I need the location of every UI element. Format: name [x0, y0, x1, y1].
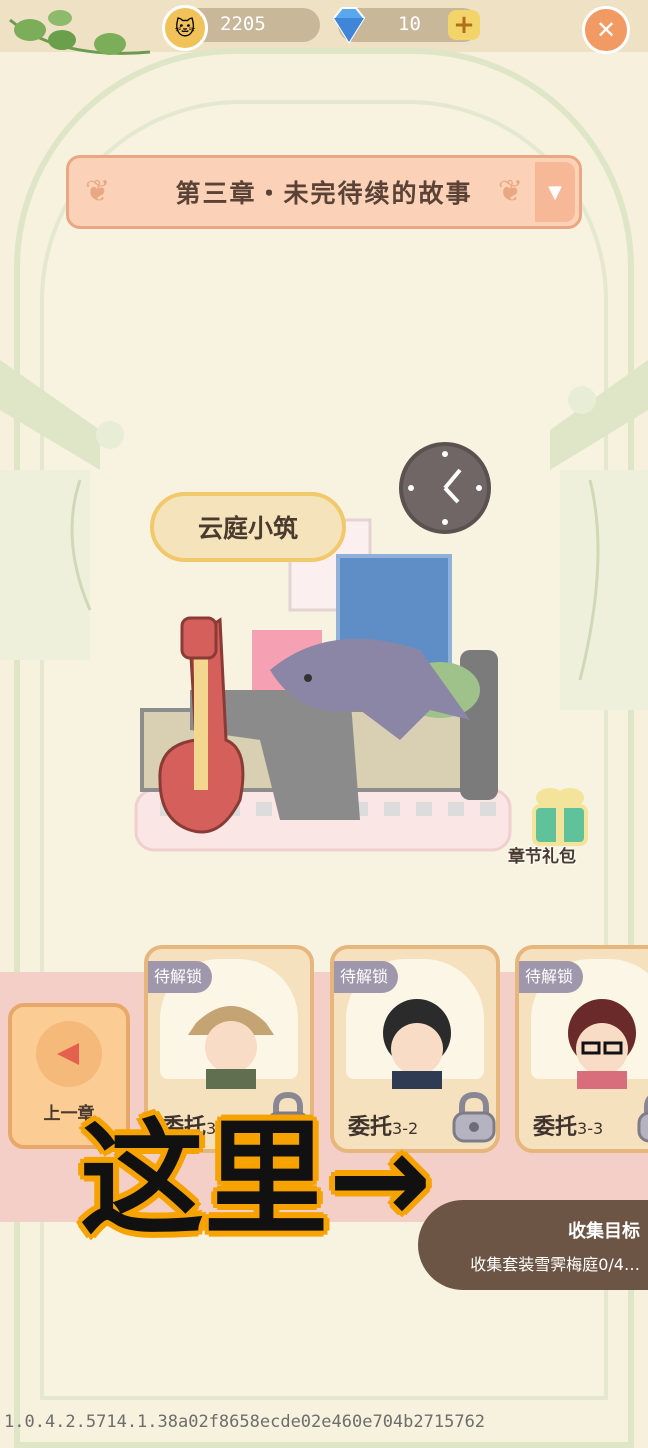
collection-goal-panel[interactable]: 收集目标 收集套装雪霁梅庭0/4…	[418, 1200, 648, 1290]
locked-status-badge: 待解锁	[334, 961, 399, 993]
character-portrait	[188, 1006, 274, 1089]
chapter-title: 第三章・未完待续的故事	[175, 179, 473, 208]
lock-icon	[637, 1096, 648, 1143]
coin-icon: 🐱	[162, 5, 208, 51]
coin-amount: 2205	[220, 13, 266, 35]
left-roof-decoration	[0, 360, 124, 660]
leaf-icon: ❦	[497, 174, 523, 209]
chapter-dropdown-icon[interactable]: ▼	[535, 162, 575, 222]
back-arrow-icon	[36, 1021, 102, 1087]
gem-amount: 10	[398, 13, 421, 35]
goal-description: 收集套装雪霁梅庭0/4…	[470, 1255, 640, 1274]
annotation-overlay: 这里→	[80, 1108, 432, 1252]
room-name-label: 云庭小筑	[150, 492, 346, 562]
locked-status-badge: 待解锁	[519, 961, 584, 993]
locked-status-badge: 待解锁	[148, 961, 213, 993]
goal-title: 收集目标	[568, 1221, 640, 1242]
chapter-banner[interactable]: ❦ 第三章・未完待续的故事 ❦ ▼	[66, 155, 582, 229]
vine-decoration	[9, 10, 151, 55]
version-string: 1.0.4.2.5714.1.38a02f8658ecde02e460e704b…	[4, 1412, 486, 1432]
commission-title: 委托3-3	[533, 1115, 604, 1140]
leaf-icon: ❦	[85, 174, 111, 209]
gem-icon	[332, 7, 366, 44]
lock-icon	[452, 1091, 496, 1143]
commission-card[interactable]: 待解锁 委托3-3	[515, 945, 648, 1153]
add-gems-button[interactable]: +	[448, 10, 480, 40]
room-name: 云庭小筑	[197, 514, 298, 543]
character-portrait	[383, 999, 451, 1089]
close-button[interactable]: ✕	[582, 6, 630, 54]
chapter-gift-label[interactable]: 章节礼包	[508, 842, 576, 867]
character-portrait	[568, 999, 636, 1089]
gift-icon[interactable]	[520, 780, 600, 850]
